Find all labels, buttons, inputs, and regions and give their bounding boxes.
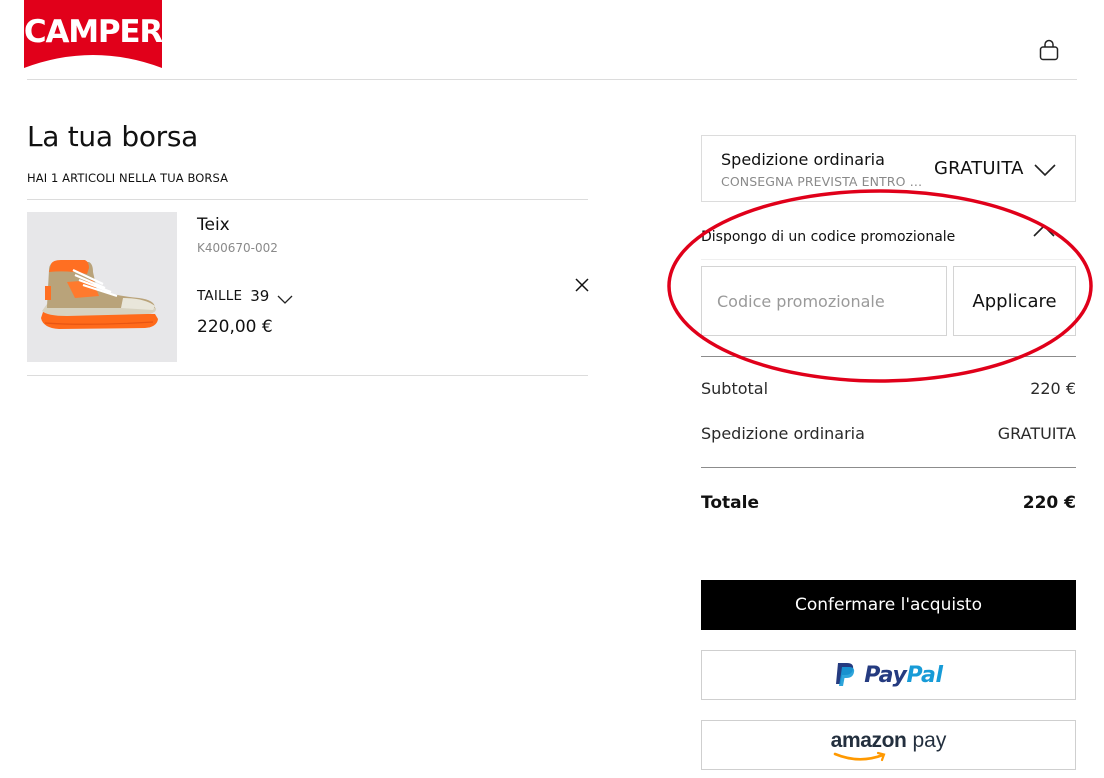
paypal-wordmark: PayPal	[864, 662, 943, 688]
product-sku: K400670-002	[197, 241, 278, 255]
chevron-up-icon[interactable]	[1032, 222, 1056, 240]
shipping-row-value: GRATUITA	[997, 424, 1076, 443]
shipping-row: Spedizione ordinaria GRATUITA	[701, 424, 1076, 443]
total-row: Totale 220 €	[701, 493, 1076, 513]
subtotal-label: Subtotal	[701, 379, 769, 398]
amazon-pay-button[interactable]: amazon pay	[701, 720, 1076, 770]
site-header: CAMPER	[0, 0, 1104, 80]
shipping-price: GRATUITA	[934, 158, 1024, 179]
amazon-pay-logo: amazon pay	[830, 729, 947, 762]
size-label: TAILLE	[197, 288, 243, 304]
paypal-icon	[834, 661, 856, 690]
camper-logo[interactable]: CAMPER	[24, 0, 162, 70]
shopping-bag-icon[interactable]	[1036, 37, 1062, 63]
divider	[701, 259, 1076, 260]
pay-wordmark: pay	[912, 729, 947, 752]
logo-text: CAMPER	[24, 14, 162, 50]
subtotal-row: Subtotal 220 €	[701, 379, 1076, 398]
divider	[27, 375, 588, 376]
page-title: La tua borsa	[27, 120, 199, 153]
remove-item-close-icon[interactable]	[574, 277, 590, 293]
divider	[27, 199, 588, 200]
total-value: 220 €	[1022, 493, 1076, 513]
shipping-title: Spedizione ordinaria	[721, 150, 885, 169]
paypal-button[interactable]: PayPal	[701, 650, 1076, 700]
items-count: HAI 1 ARTICOLI NELLA TUA BORSA	[27, 171, 229, 185]
shipping-method-selector[interactable]: Spedizione ordinaria CONSEGNA PREVISTA E…	[701, 135, 1076, 202]
shipping-delivery-estimate: CONSEGNA PREVISTA ENTRO 3...	[721, 174, 923, 189]
product-price: 220,00 €	[197, 317, 273, 337]
confirm-purchase-button[interactable]: Confermare l'acquisto	[701, 580, 1076, 630]
promo-code-input[interactable]	[701, 266, 947, 336]
size-value: 39	[250, 287, 270, 305]
shipping-row-label: Spedizione ordinaria	[701, 424, 865, 443]
amazon-smile-icon	[833, 751, 886, 762]
subtotal-value: 220 €	[1030, 379, 1076, 398]
product-name[interactable]: Teix	[197, 215, 230, 235]
chevron-down-icon	[1033, 161, 1057, 177]
divider	[701, 356, 1076, 357]
total-label: Totale	[701, 493, 759, 513]
amazon-wordmark: amazon	[830, 729, 907, 752]
chevron-down-icon	[277, 290, 293, 304]
divider	[701, 467, 1076, 468]
apply-promo-button[interactable]: Applicare	[953, 266, 1076, 336]
header-divider	[27, 79, 1077, 80]
promo-code-label: Dispongo di un codice promozionale	[701, 229, 956, 245]
size-selector[interactable]: TAILLE 39	[197, 287, 293, 305]
product-image[interactable]	[27, 212, 177, 362]
